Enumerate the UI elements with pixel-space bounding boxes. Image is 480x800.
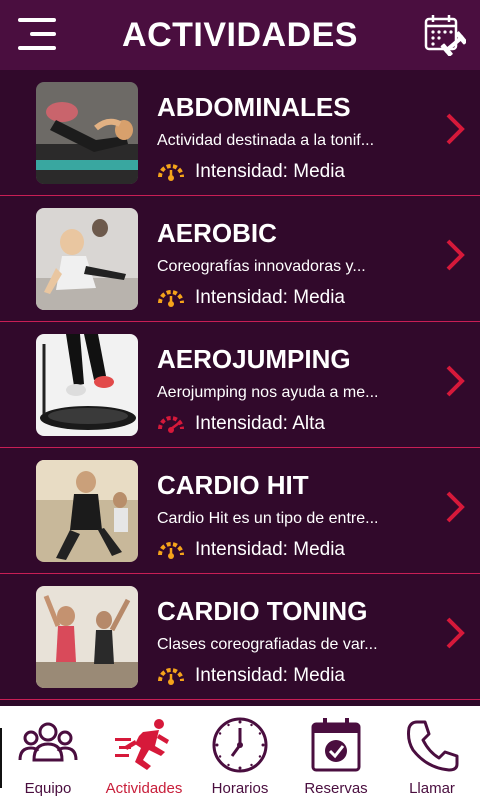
activity-row-aerobic[interactable]: AEROBIC Coreografías innovadoras y... In… [0,196,480,322]
intensity-label: Intensidad: Media [195,161,345,182]
intensity-label: Intensidad: Media [195,665,345,686]
activity-intensity: Intensidad: Media [157,662,345,690]
gauge-icon [158,164,184,181]
activity-row-aerojumping[interactable]: AEROJUMPING Aerojumping nos ayuda a me..… [0,322,480,448]
app-header: ACTIVIDADES [0,0,480,70]
hamburger-menu-icon[interactable] [14,14,60,54]
activity-row-abdominales[interactable]: ABDOMINALES Actividad destinada a la ton… [0,70,480,196]
tab-reservas[interactable]: Reservas [288,706,384,800]
bottom-nav: Equipo Actividades Horarios Reservas Lla… [0,706,480,800]
activities-list: ABDOMINALES Actividad destinada a la ton… [0,70,480,706]
tab-label: Llamar [409,780,455,797]
activity-photo [36,586,138,688]
page-title: ACTIVIDADES [122,15,358,54]
intensity-label: Intensidad: Alta [195,413,325,434]
gauge-icon [158,668,184,685]
tab-llamar[interactable]: Llamar [384,706,480,800]
activity-photo [36,460,138,562]
activity-description: Coreografías innovadoras y... [157,258,366,275]
activity-name: CARDIO TONING [157,596,368,626]
gauge-icon [158,542,184,559]
gauge-icon [158,416,184,433]
activity-description: Clases coreografiadas de var... [157,636,378,653]
chevron-right-icon[interactable] [444,616,466,650]
chevron-right-icon[interactable] [444,238,466,272]
tab-label: Reservas [304,780,368,797]
activity-intensity: Intensidad: Media [157,158,345,186]
activity-name: AEROBIC [157,218,277,248]
intensity-label: Intensidad: Media [195,539,345,560]
activity-photo [36,82,138,184]
chevron-right-icon[interactable] [444,490,466,524]
tab-equipo[interactable]: Equipo [0,706,96,800]
activity-intensity: Intensidad: Alta [157,410,325,438]
activity-name: ABDOMINALES [157,92,351,122]
activity-row-cardio-toning[interactable]: CARDIO TONING Clases coreografiadas de v… [0,574,480,700]
activity-name: AEROJUMPING [157,344,351,374]
activity-intensity: Intensidad: Media [157,536,345,564]
chevron-right-icon[interactable] [444,112,466,146]
activity-photo [36,208,138,310]
clock-icon [212,717,268,773]
calendar-check-icon [311,718,361,772]
tab-label: Equipo [24,780,72,797]
activity-description: Actividad destinada a la tonif... [157,132,375,149]
runner-icon [115,719,169,770]
intensity-label: Intensidad: Media [195,287,345,308]
gauge-icon [158,290,184,307]
activity-description: Cardio Hit es un tipo de entre... [157,510,379,527]
tab-label: Horarios [211,780,269,797]
activity-row-cardio-hit[interactable]: CARDIO HIT Cardio Hit es un tipo de entr… [0,448,480,574]
tab-label: Actividades [105,780,183,797]
team-icon [18,722,78,762]
chevron-right-icon[interactable] [444,364,466,398]
calendar-dumbbell-icon[interactable] [422,12,466,56]
activity-photo [36,334,138,436]
tab-horarios[interactable]: Horarios [192,706,288,800]
activity-intensity: Intensidad: Media [157,284,345,312]
activity-description: Aerojumping nos ayuda a me... [157,384,379,401]
tab-actividades[interactable]: Actividades [96,706,192,800]
activity-name: CARDIO HIT [157,470,309,500]
phone-icon [407,720,459,772]
